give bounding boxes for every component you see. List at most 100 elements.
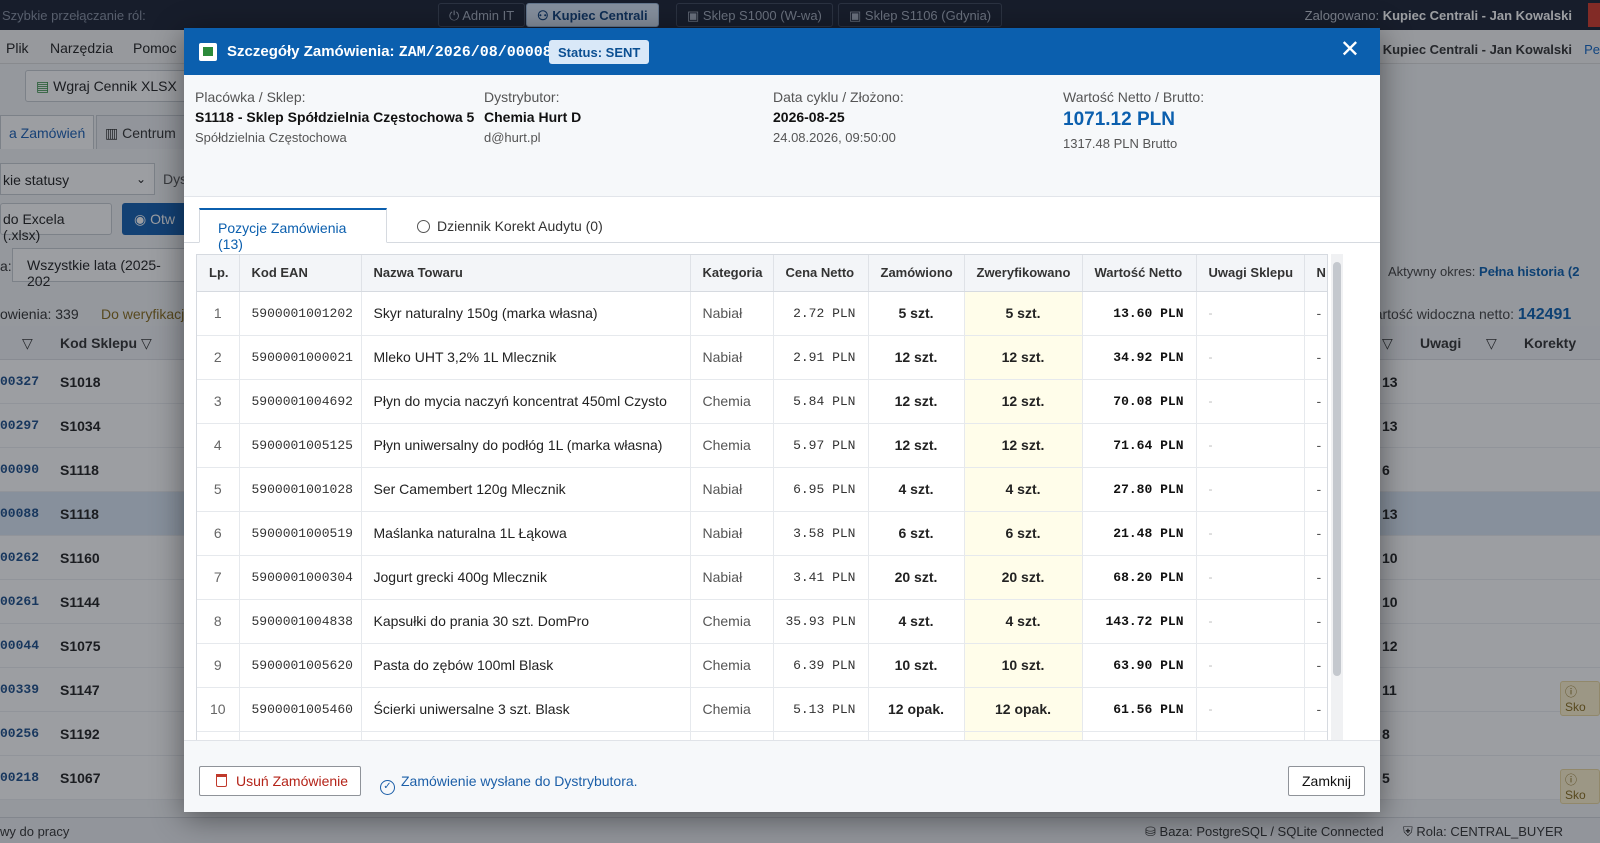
verified-qty-cell: 12 szt. [964, 379, 1083, 424]
shop-name: S1118 - Sklep Spółdzielnia Częstochowa 5 [195, 109, 475, 125]
verified-qty-cell: 12 szt. [964, 335, 1083, 380]
row-number-cell: 6 [197, 511, 240, 556]
table-row[interactable]: 8 5900001004838 Kapsułki do prania 30 szt.… [197, 599, 1327, 644]
net-value-cell: 70.08 PLN [1082, 379, 1197, 424]
net-price-cell: 6.95 PLN [773, 467, 869, 512]
column-shop-notes[interactable]: Uwagi Sklepu [1196, 255, 1305, 292]
n-cell: - [1304, 423, 1327, 468]
shop-note-cell: - [1196, 599, 1305, 644]
n-cell: - [1304, 335, 1327, 380]
close-dialog-button[interactable]: Zamknij [1287, 766, 1365, 796]
delete-order-button[interactable]: Usuń Zamówienie [199, 766, 362, 796]
row-number-cell: 3 [197, 379, 240, 424]
tab-audit-log[interactable]: Dziennik Korekt Audytu (0) [399, 208, 621, 243]
shop-info: Placówka / Sklep: S1118 - Sklep Spółdzie… [195, 89, 475, 145]
table-row[interactable]: 7 5900001000304 Jogurt grecki 400g Mleczni… [197, 555, 1327, 600]
table-row[interactable]: 9 5900001005620 Pasta do zębów 100ml Blask… [197, 643, 1327, 688]
scrollbar-thumb[interactable] [1333, 262, 1341, 676]
shop-note-cell: - [1196, 555, 1305, 600]
column-lp[interactable]: Lp. [197, 255, 240, 292]
net-value-cell: 34.92 PLN [1082, 335, 1197, 380]
cycle-date: 2026-08-25 [773, 109, 845, 125]
n-cell: - [1304, 511, 1327, 556]
order-number: ZAM/2026/08/000088 [398, 44, 561, 61]
n-cell: - [1304, 643, 1327, 688]
n-cell: - [1304, 379, 1327, 424]
close-icon[interactable]: ✕ [1340, 38, 1360, 62]
product-name-cell: Maślanka naturalna 1L Łąkowa [361, 511, 691, 556]
net-value-cell: 68.20 PLN [1082, 555, 1197, 600]
ean-cell: 5900001005620 [239, 643, 362, 688]
net-price-cell: 6.39 PLN [773, 643, 869, 688]
trash-icon [216, 774, 227, 787]
tab-order-items[interactable]: Pozycje Zamówienia (13) [199, 208, 387, 252]
table-row[interactable]: 10 5900001005460 Ścierki uniwersalne 3 szt… [197, 687, 1327, 732]
n-cell: - [1304, 599, 1327, 644]
column-n[interactable]: N [1304, 255, 1327, 292]
column-net-value[interactable]: Wartość Netto [1082, 255, 1197, 292]
ordered-qty-cell: 5 szt. [868, 291, 965, 336]
column-ordered[interactable]: Zamówiono [868, 255, 965, 292]
verified-qty-cell: 12 szt. [964, 423, 1083, 468]
status-badge: Status: SENT [549, 40, 650, 64]
table-row[interactable]: 1 5900001001202 Skyr naturalny 150g (marka… [197, 291, 1327, 336]
table-scrollbar[interactable] [1331, 254, 1343, 770]
ordered-qty-cell: 12 opak. [868, 687, 965, 732]
shop-note-cell: - [1196, 379, 1305, 424]
ordered-qty-cell: 12 szt. [868, 423, 965, 468]
verified-qty-cell: 5 szt. [964, 291, 1083, 336]
ordered-qty-cell: 4 szt. [868, 467, 965, 512]
table-row[interactable]: 2 5900001000021 Mleko UHT 3,2% 1L Mlecznik… [197, 335, 1327, 380]
shop-note-cell: - [1196, 423, 1305, 468]
category-cell: Nabiał [690, 555, 774, 600]
column-product-name[interactable]: Nazwa Towaru [361, 255, 691, 292]
category-cell: Nabiał [690, 335, 774, 380]
ordered-qty-cell: 4 szt. [868, 599, 965, 644]
table-row[interactable]: 6 5900001000519 Maślanka naturalna 1L Łąko… [197, 511, 1327, 556]
column-verified[interactable]: Zweryfikowano [964, 255, 1083, 292]
history-icon [417, 220, 430, 233]
value-info: Wartość Netto / Brutto: 1071.12 PLN 1317… [1063, 89, 1205, 151]
ordered-qty-cell: 12 szt. [868, 335, 965, 380]
product-name-cell: Kapsułki do prania 30 szt. DomPro [361, 599, 691, 644]
table-row[interactable]: 4 5900001005125 Płyn uniwersalny do podłóg… [197, 423, 1327, 468]
gross-value: 1317.48 PLN Brutto [1063, 136, 1178, 151]
n-cell: - [1304, 291, 1327, 336]
order-items-table: Lp. Kod EAN Nazwa Towaru Kategoria Cena … [196, 254, 1328, 770]
category-cell: Nabiał [690, 467, 774, 512]
ean-cell: 5900001004692 [239, 379, 362, 424]
shop-note-cell: - [1196, 643, 1305, 688]
net-value-cell: 21.48 PLN [1082, 511, 1197, 556]
dialog-title: Szczegóły Zamówienia: ZAM/2026/08/000088 [227, 43, 561, 61]
row-number-cell: 2 [197, 335, 240, 380]
product-name-cell: Jogurt grecki 400g Mlecznik [361, 555, 691, 600]
column-ean[interactable]: Kod EAN [239, 255, 362, 292]
net-value-cell: 63.90 PLN [1082, 643, 1197, 688]
row-number-cell: 10 [197, 687, 240, 732]
n-cell: - [1304, 687, 1327, 732]
product-name-cell: Płyn do mycia naczyń koncentrat 450ml Cz… [361, 379, 691, 424]
net-value-cell: 143.72 PLN [1082, 599, 1197, 644]
column-category[interactable]: Kategoria [690, 255, 774, 292]
dialog-tabs: Pozycje Zamówienia (13) Dziennik Korekt … [184, 197, 1380, 252]
n-cell: - [1304, 467, 1327, 512]
category-cell: Chemia [690, 643, 774, 688]
distributor-info: Dystrybutor: Chemia Hurt D d@hurt.pl [484, 89, 582, 145]
product-name-cell: Płyn uniwersalny do podłóg 1L (marka wła… [361, 423, 691, 468]
app-icon [199, 43, 217, 61]
net-price-cell: 5.84 PLN [773, 379, 869, 424]
table-row[interactable]: 3 5900001004692 Płyn do mycia naczyń konce… [197, 379, 1327, 424]
dialog-footer: Usuń Zamówienie ✓ Zamówienie wysłane do D… [184, 740, 1380, 812]
row-number-cell: 9 [197, 643, 240, 688]
ordered-qty-cell: 12 szt. [868, 379, 965, 424]
category-cell: Chemia [690, 379, 774, 424]
shop-note-cell: - [1196, 291, 1305, 336]
category-cell: Chemia [690, 687, 774, 732]
column-net-price[interactable]: Cena Netto [773, 255, 869, 292]
category-cell: Chemia [690, 423, 774, 468]
table-row[interactable]: 5 5900001001028 Ser Camembert 120g Mleczni… [197, 467, 1327, 512]
row-number-cell: 5 [197, 467, 240, 512]
distributor-name: Chemia Hurt D [484, 109, 582, 125]
net-price-cell: 35.93 PLN [773, 599, 869, 644]
check-circle-icon: ✓ [380, 780, 395, 795]
